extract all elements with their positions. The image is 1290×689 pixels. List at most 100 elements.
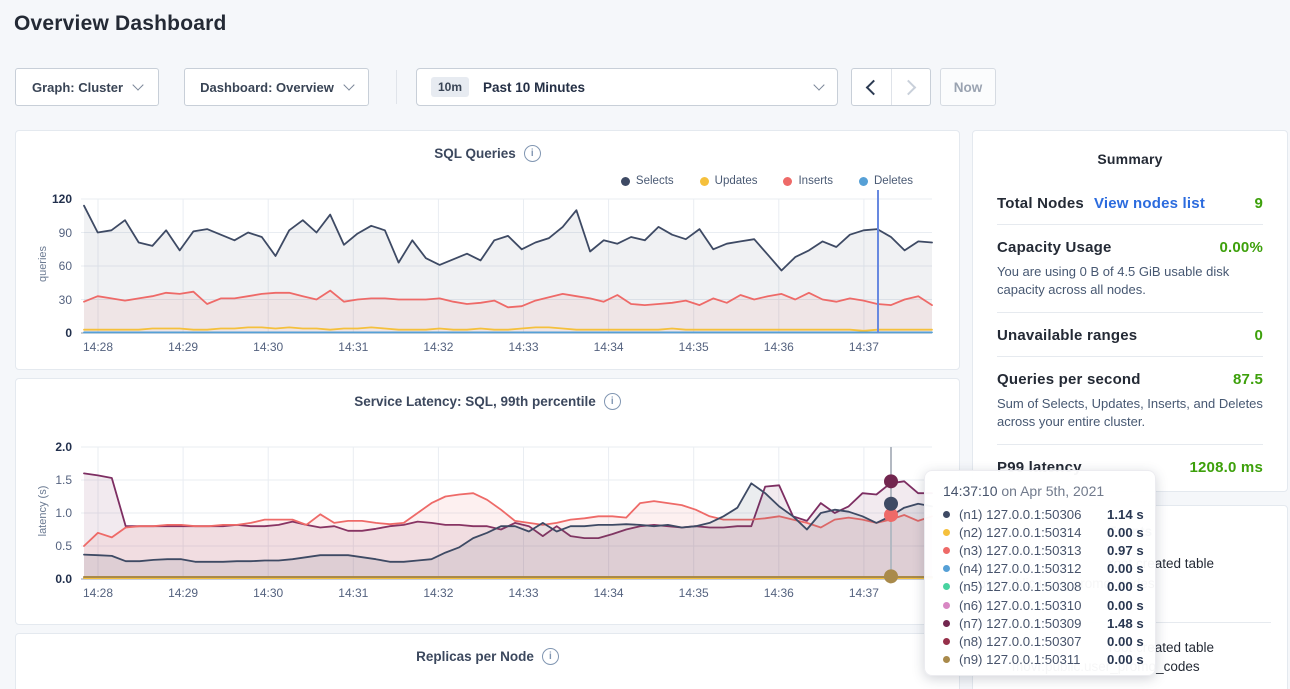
x-axis-tick: 14:35: [664, 586, 724, 600]
info-icon[interactable]: [604, 393, 621, 410]
graph-dropdown[interactable]: Graph: Cluster: [15, 68, 159, 106]
legend-item-deletes[interactable]: Deletes: [859, 175, 913, 187]
x-axis-tick: 14:37: [834, 340, 894, 354]
x-axis-tick: 14:30: [238, 340, 298, 354]
x-axis-tick: 14:29: [153, 340, 213, 354]
chart-canvas: [81, 199, 932, 333]
node-color-dot: [943, 529, 950, 536]
chevron-left-icon: [865, 79, 881, 95]
overview-dashboard-page: Overview Dashboard Graph: Cluster Dashbo…: [0, 0, 1290, 689]
summary-value: 1208.0 ms: [1189, 459, 1263, 476]
legend-item-inserts[interactable]: Inserts: [783, 175, 833, 187]
node-address: (n1) 127.0.0.1:50306: [959, 507, 1107, 522]
now-button[interactable]: Now: [940, 68, 996, 106]
sql-queries-title: SQL Queries: [16, 145, 959, 162]
sql-queries-chart[interactable]: 14:2814:2914:3014:3114:3214:3314:3414:35…: [81, 199, 932, 333]
toolbar-divider: [396, 70, 397, 104]
summary-row: Total Nodes View nodes list 9: [997, 181, 1263, 224]
y-axis-tick: 2.0: [55, 440, 72, 454]
hover-point: [884, 474, 898, 488]
x-axis-tick: 14:31: [323, 340, 383, 354]
x-axis-tick: 14:35: [664, 340, 724, 354]
chevron-right-icon: [901, 79, 917, 95]
legend-label: Selects: [636, 175, 674, 187]
info-icon[interactable]: [542, 648, 559, 665]
sql-legend: Selects Updates Inserts Deletes: [621, 175, 913, 187]
node-latency-value: 0.00 s: [1107, 525, 1144, 540]
node-color-dot: [943, 547, 950, 554]
time-next-button[interactable]: [891, 69, 931, 105]
legend-dot-icon: [859, 177, 868, 186]
time-range-badge: 10m: [431, 77, 469, 97]
sql-queries-panel: SQL Queries Selects Updates Inserts Deletes…: [15, 130, 960, 370]
node-latency-value: 0.00 s: [1107, 579, 1144, 594]
node-color-dot: [943, 511, 950, 518]
legend-item-updates[interactable]: Updates: [700, 175, 758, 187]
time-prev-button[interactable]: [852, 69, 891, 105]
hover-point: [884, 569, 898, 583]
node-color-dot: [943, 583, 950, 590]
y-axis-tick: 90: [59, 226, 72, 240]
x-axis-tick: 14:32: [408, 340, 468, 354]
chevron-down-icon: [813, 79, 824, 90]
tooltip-connector: on: [1001, 483, 1017, 499]
chart-hover-tooltip: 14:37:10 on Apr 5th, 2021 (n1) 127.0.0.1…: [924, 470, 1156, 676]
y-axis-tick: 1.0: [55, 506, 72, 520]
tooltip-rows: (n1) 127.0.0.1:503061.14 s(n2) 127.0.0.1…: [943, 505, 1155, 669]
y-axis-tick: 60: [59, 259, 72, 273]
node-address: (n6) 127.0.0.1:50310: [959, 598, 1107, 613]
node-address: (n5) 127.0.0.1:50308: [959, 579, 1107, 594]
dashboard-dropdown[interactable]: Dashboard: Overview: [184, 68, 369, 106]
y-axis-tick: 0: [65, 326, 72, 340]
tooltip-node-row: (n4) 127.0.0.1:503120.00 s: [943, 560, 1155, 578]
summary-value: 87.5: [1233, 371, 1263, 388]
tooltip-time: 14:37:10: [943, 483, 998, 499]
summary-label: Unavailable ranges: [997, 327, 1137, 344]
graph-dropdown-label: Graph: Cluster: [32, 80, 123, 95]
node-color-dot: [943, 656, 950, 663]
node-latency-value: 1.48 s: [1107, 616, 1144, 631]
x-axis-tick: 14:34: [579, 586, 639, 600]
summary-description: You are using 0 B of 4.5 GiB usable disk…: [997, 263, 1263, 300]
dashboard-dropdown-label: Dashboard: Overview: [200, 80, 334, 95]
info-icon[interactable]: [524, 145, 541, 162]
replicas-per-node-panel: Replicas per Node: [15, 633, 960, 689]
node-address: (n4) 127.0.0.1:50312: [959, 561, 1107, 576]
legend-label: Deletes: [874, 175, 913, 187]
summary-label: Queries per second: [997, 371, 1141, 388]
summary-row: Unavailable ranges 0: [997, 312, 1263, 356]
y-axis-tick: 120: [52, 192, 72, 206]
service-latency-panel: Service Latency: SQL, 99th percentile 14…: [15, 378, 960, 625]
summary-row-header: Total Nodes View nodes list 9: [997, 195, 1263, 212]
x-axis-tick: 14:33: [494, 586, 554, 600]
summary-value: 9: [1254, 195, 1263, 212]
tooltip-node-row: (n8) 127.0.0.1:503070.00 s: [943, 632, 1155, 650]
service-latency-chart[interactable]: 14:2814:2914:3014:3114:3214:3314:3414:35…: [81, 447, 932, 579]
summary-row: Queries per second87.5Sum of Selects, Up…: [997, 356, 1263, 444]
node-latency-value: 0.00 s: [1107, 561, 1144, 576]
time-range-picker[interactable]: 10m Past 10 Minutes: [416, 68, 838, 106]
tooltip-node-row: (n3) 127.0.0.1:503130.97 s: [943, 541, 1155, 559]
hover-point: [884, 497, 898, 511]
summary-label: Total Nodes: [997, 195, 1084, 212]
summary-row-header: Queries per second 87.5: [997, 371, 1263, 388]
summary-panel: Summary Total NodesView nodes list9Capac…: [972, 130, 1288, 492]
tooltip-node-row: (n9) 127.0.0.1:503110.00 s: [943, 651, 1155, 669]
x-axis-tick: 14:32: [408, 586, 468, 600]
legend-dot-icon: [783, 177, 792, 186]
view-nodes-list-link[interactable]: View nodes list: [1094, 195, 1205, 212]
summary-value: 0.00%: [1219, 239, 1263, 256]
x-axis-tick: 14:28: [68, 340, 128, 354]
summary-value: 0: [1254, 327, 1263, 344]
summary-label: Capacity Usage: [997, 239, 1112, 256]
tooltip-node-row: (n1) 127.0.0.1:503061.14 s: [943, 505, 1155, 523]
x-axis-tick: 14:28: [68, 586, 128, 600]
node-latency-value: 1.14 s: [1107, 507, 1144, 522]
chevron-down-icon: [343, 79, 354, 90]
legend-dot-icon: [621, 177, 630, 186]
node-address: (n3) 127.0.0.1:50313: [959, 543, 1107, 558]
legend-item-selects[interactable]: Selects: [621, 175, 674, 187]
replicas-per-node-title: Replicas per Node: [16, 648, 959, 665]
node-color-dot: [943, 565, 950, 572]
chart-title-text: Replicas per Node: [416, 649, 534, 664]
